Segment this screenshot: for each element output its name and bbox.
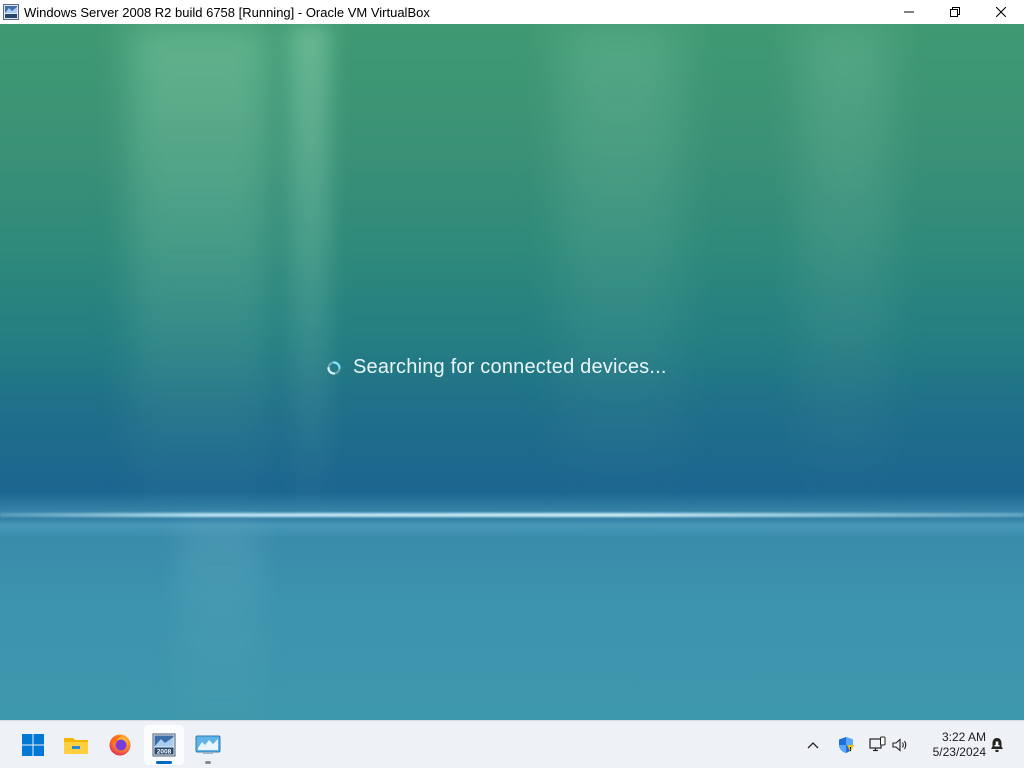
taskbar: 2008 3:22 AM 5/23/2024 [0,720,1024,768]
restore-button[interactable] [932,0,978,24]
security-shield-icon [839,737,854,753]
background-light-ray [800,24,890,524]
show-hidden-icons-button[interactable] [803,735,823,755]
virtualbox-vm-icon [3,4,19,20]
volume-icon [892,738,907,752]
taskbar-windows-server-2008-vm[interactable]: 2008 [144,725,184,765]
start-button[interactable] [13,725,53,765]
tray-security[interactable] [836,735,856,755]
floor-light-ray [180,524,260,720]
server-version-label: 2008 [157,749,172,756]
background-light-ray [130,24,270,524]
taskbar-file-explorer[interactable] [56,725,96,765]
window-controls [886,0,1024,24]
close-icon [996,7,1006,17]
loading-spinner-icon [327,360,341,375]
background-light-ray [290,24,330,524]
network-icon [869,736,886,752]
clock-date: 5/23/2024 [932,745,986,759]
chevron-up-icon [807,742,819,749]
status-message: Searching for connected devices... [353,356,667,378]
firefox-icon [109,734,131,756]
server-2008-icon: 2008 [152,733,176,757]
setup-status: Searching for connected devices... [326,356,667,379]
active-window-indicator [156,761,172,764]
tray-volume[interactable] [890,735,910,755]
virtualbox-icon [195,735,221,754]
windows-logo-icon [22,734,44,756]
background-light-ray [560,24,680,524]
tray-network[interactable] [867,735,887,755]
taskbar-virtualbox-manager[interactable] [188,725,228,765]
taskbar-firefox[interactable] [100,725,140,765]
minimize-button[interactable] [886,0,932,24]
window-title: Windows Server 2008 R2 build 6758 [Runni… [24,4,430,20]
horizon-line [0,513,1024,517]
tray-clock[interactable]: 3:22 AM 5/23/2024 [918,730,986,760]
restore-icon [950,7,960,17]
vm-display[interactable]: Searching for connected devices... [0,24,1024,720]
folder-icon [64,738,88,754]
window-titlebar[interactable]: Windows Server 2008 R2 build 6758 [Runni… [0,0,1024,24]
notification-center-button[interactable] [987,735,1007,755]
clock-time: 3:22 AM [941,730,986,744]
notification-bell-icon [991,738,1003,752]
close-button[interactable] [978,0,1024,24]
open-window-indicator [205,761,211,764]
minimize-icon [904,11,914,13]
